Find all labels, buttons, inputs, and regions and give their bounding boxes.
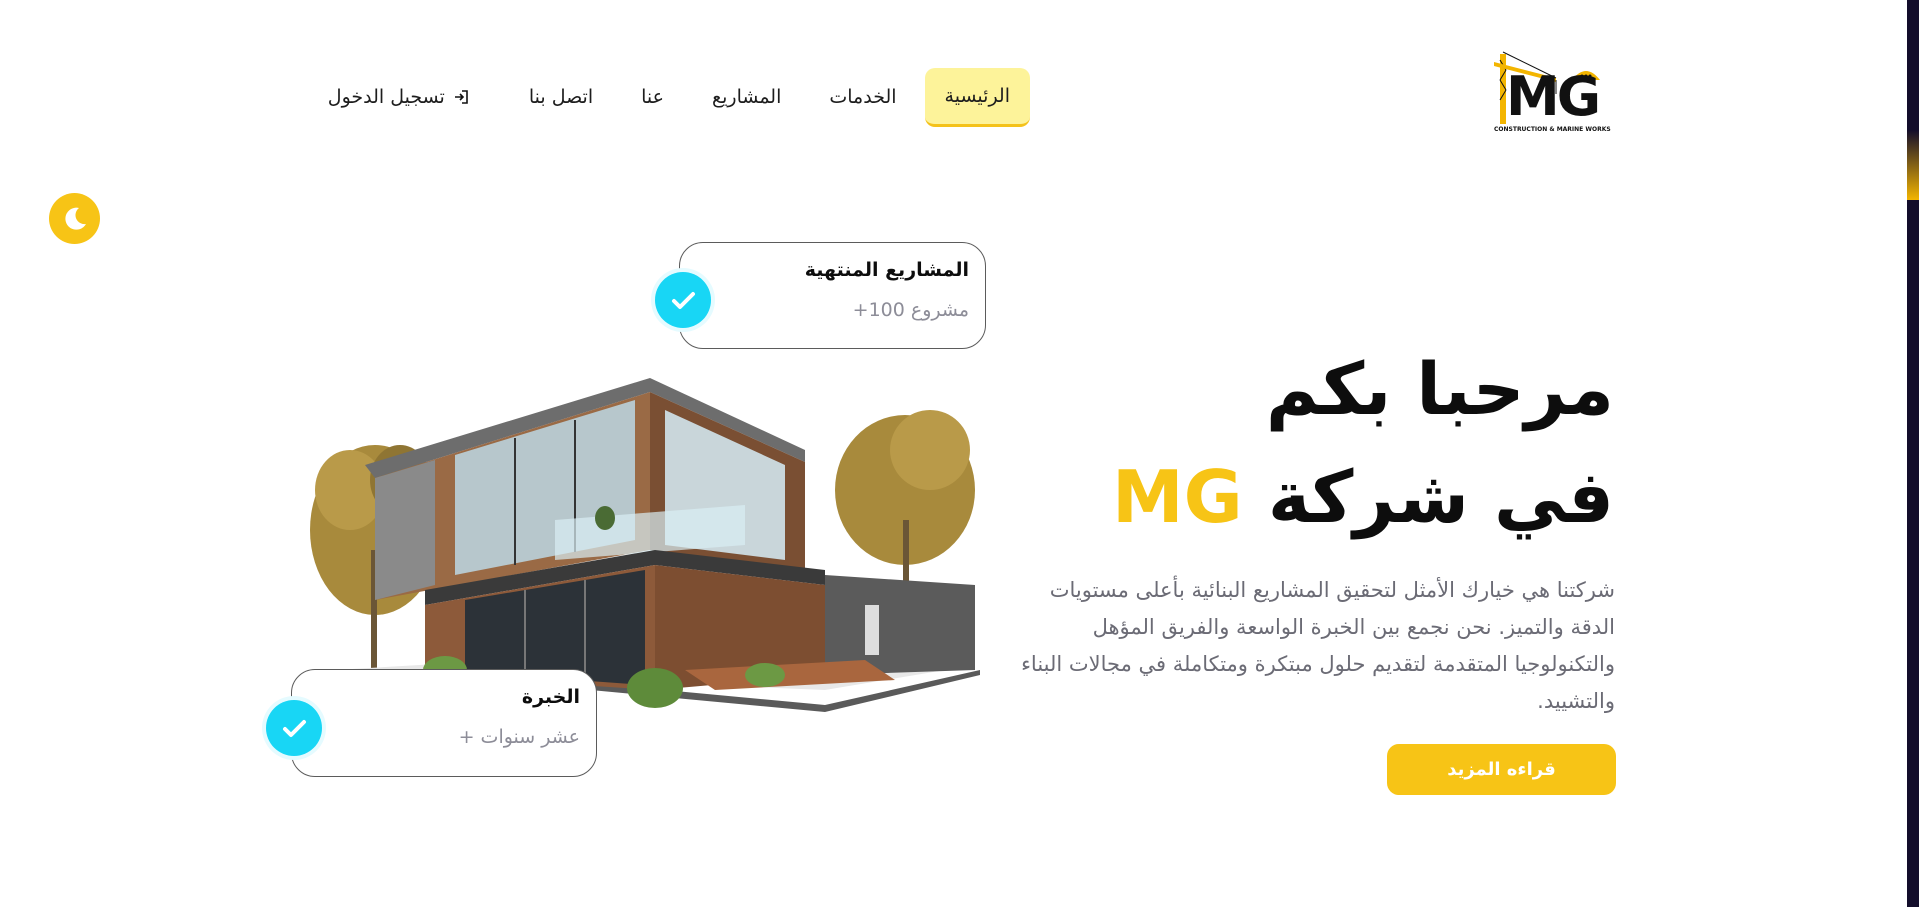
nav-item-about[interactable]: عنا (621, 68, 684, 126)
stat-card-experience: الخبرة عشر سنوات + (291, 669, 597, 777)
nav-item-home[interactable]: الرئيسية (924, 67, 1030, 127)
check-icon (655, 272, 711, 328)
read-more-button[interactable]: قراءه المزيد (1387, 744, 1616, 795)
nav-item-services[interactable]: الخدمات (809, 68, 916, 126)
stat-projects-title: المشاريع المنتهية (804, 259, 969, 281)
nav-item-contact[interactable]: اتصل بنا (509, 68, 613, 126)
page: MG CONSTRUCTION & MARINE WORKS الرئيسية … (0, 0, 1919, 907)
stat-experience-value: عشر سنوات + (458, 726, 580, 748)
login-icon (453, 89, 469, 105)
hero-title-prefix: في شركة (1267, 455, 1614, 539)
logo-wordmark: MG (1506, 70, 1601, 124)
theme-toggle-button[interactable] (49, 193, 100, 244)
check-icon (266, 700, 322, 756)
nav-item-projects[interactable]: المشاريع (692, 68, 801, 126)
hero-title: مرحبا بكم في شركة MG (1054, 335, 1614, 551)
login-label: تسجيل الدخول (327, 86, 445, 108)
scrollbar-thumb[interactable] (1907, 130, 1919, 200)
logo-tagline: CONSTRUCTION & MARINE WORKS (1494, 126, 1611, 133)
stat-experience-title: الخبرة (521, 686, 580, 708)
hero-description: شركتنا هي خيارك الأمثل لتحقيق المشاريع ا… (1021, 578, 1615, 713)
hero-title-line1: مرحبا بكم (1265, 347, 1614, 431)
logo-g: G (1556, 65, 1601, 128)
login-link[interactable]: تسجيل الدخول (308, 68, 489, 126)
hero-title-line2: في شركة MG (1054, 443, 1614, 551)
hero-title-brand: MG (1111, 455, 1243, 539)
logo-m: M (1506, 65, 1560, 128)
logo[interactable]: MG CONSTRUCTION & MARINE WORKS (1486, 50, 1611, 138)
main-nav: الرئيسية الخدمات المشاريع عنا اتصل بنا ت… (300, 66, 1030, 128)
stat-projects-value: مشروع 100+ (852, 299, 969, 321)
scrollbar[interactable] (1907, 0, 1919, 907)
stat-card-projects: المشاريع المنتهية مشروع 100+ (679, 242, 986, 349)
moon-icon (64, 207, 86, 230)
